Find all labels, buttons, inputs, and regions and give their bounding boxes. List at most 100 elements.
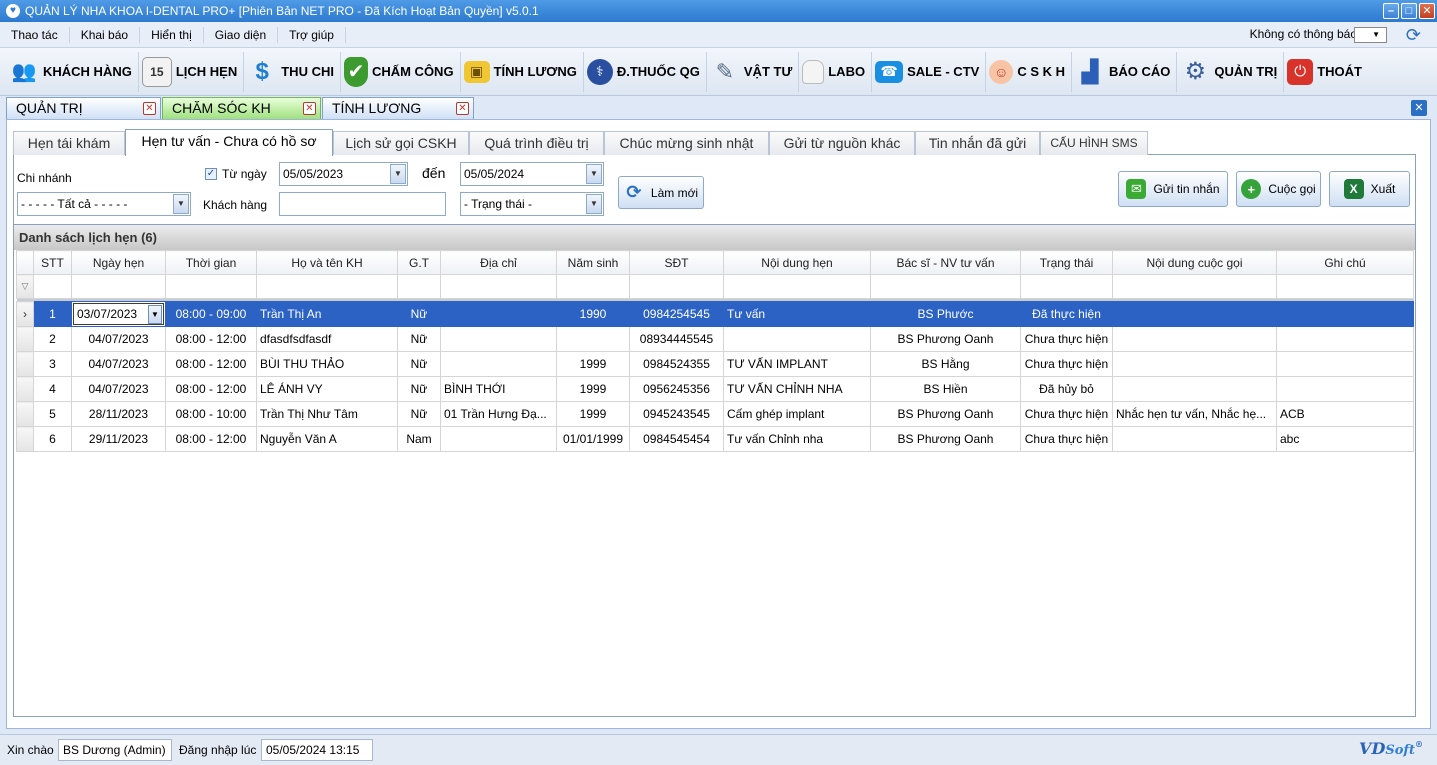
from-date-input[interactable]: 05/05/2023 ▼: [279, 162, 408, 186]
menu-tro-giup[interactable]: Trợ giúp: [278, 26, 346, 43]
subtab-gui-tu-nguon-khac[interactable]: Gửi từ nguồn khác: [769, 131, 915, 155]
menu-khai-bao[interactable]: Khai báo: [70, 26, 141, 43]
table-row[interactable]: 6 29/11/2023 08:00 - 12:00 Nguyễn Văn A …: [16, 426, 1414, 452]
cell-thoi-gian: 08:00 - 10:00: [165, 401, 257, 427]
filter-cell[interactable]: [1112, 274, 1277, 299]
filter-cell[interactable]: [1020, 274, 1113, 299]
filter-cell[interactable]: [33, 274, 72, 299]
toolbar-lich-hen[interactable]: 15 LỊCH HẸN: [139, 51, 245, 92]
filter-cell[interactable]: [629, 274, 724, 299]
login-time: 05/05/2024 13:15: [261, 739, 373, 761]
refresh-button[interactable]: ⟳ Làm mới: [618, 176, 704, 209]
customer-input[interactable]: [279, 192, 446, 216]
col-stt[interactable]: STT: [33, 250, 72, 275]
col-ngay-hen[interactable]: Ngày hẹn: [71, 250, 166, 275]
filter-icon[interactable]: ▽: [16, 274, 34, 299]
row-indicator: [16, 326, 34, 352]
to-date-input[interactable]: 05/05/2024 ▼: [460, 162, 604, 186]
menu-thao-tac[interactable]: Thao tác: [0, 26, 70, 43]
customers-icon: 👥: [11, 61, 37, 83]
filter-cell[interactable]: [397, 274, 441, 299]
toolbar-thu-chi[interactable]: $ THU CHI: [244, 51, 341, 92]
close-icon[interactable]: ✕: [143, 102, 156, 115]
subtab-hen-tai-kham[interactable]: Hẹn tái khám: [13, 131, 125, 155]
col-noi-dung-cuoc-goi[interactable]: Nội dung cuộc gọi: [1112, 250, 1277, 275]
chevron-down-icon[interactable]: ▼: [586, 164, 602, 184]
toolbar-bao-cao[interactable]: ▟ BÁO CÁO: [1072, 51, 1178, 92]
col-noi-dung-hen[interactable]: Nội dung hẹn: [723, 250, 871, 275]
medicine-icon: ⚕: [586, 58, 613, 85]
col-dia-chi[interactable]: Địa chỉ: [440, 250, 557, 275]
window-titlebar: ♥ QUẢN LÝ NHA KHOA I-DENTAL PRO+ [Phiên …: [0, 0, 1437, 22]
chevron-down-icon[interactable]: ▼: [148, 305, 162, 324]
filter-cell[interactable]: [256, 274, 398, 299]
col-ghi-chu[interactable]: Ghi chú: [1276, 250, 1414, 275]
from-date-label: Từ ngày: [222, 167, 267, 181]
toolbar-sale-ctv[interactable]: ☎ SALE - CTV: [872, 51, 987, 92]
close-button[interactable]: ✕: [1419, 3, 1435, 19]
col-sdt[interactable]: SĐT: [629, 250, 724, 275]
table-row[interactable]: 3 04/07/2023 08:00 - 12:00 BÙI THU THẢO …: [16, 351, 1414, 377]
status-select[interactable]: - Trạng thái - ▼: [460, 192, 604, 216]
send-sms-button[interactable]: ✉ Gửi tin nhắn: [1118, 171, 1228, 207]
main-panel: Hẹn tái khám Hẹn tư vấn - Chưa có hồ sơ …: [6, 119, 1431, 729]
subtab-hen-tu-van[interactable]: Hẹn tư vấn - Chưa có hồ sơ: [125, 129, 333, 156]
to-date-label: đến: [422, 165, 446, 181]
filter-cell[interactable]: [1276, 274, 1414, 299]
toolbar-quan-tri[interactable]: ⚙ QUẢN TRỊ: [1177, 51, 1285, 92]
cell-noi-dung-cuoc-goi: [1112, 326, 1277, 352]
filter-cell[interactable]: [165, 274, 257, 299]
toolbar-thuoc-qg[interactable]: ⚕ Đ.THUỐC QG: [584, 51, 707, 92]
close-panel-icon[interactable]: ✕: [1411, 100, 1427, 116]
sync-icon[interactable]: ⟳: [1406, 25, 1421, 45]
tab-tinh-luong[interactable]: TÍNH LƯƠNG ✕: [322, 97, 474, 119]
subtab-tin-nhan-da-gui[interactable]: Tin nhắn đã gửi: [915, 131, 1040, 155]
branch-select[interactable]: - - - - - Tất cả - - - - - ▼: [17, 192, 191, 216]
filter-cell[interactable]: [440, 274, 557, 299]
subtab-chuc-mung-sinh-nhat[interactable]: Chúc mừng sinh nhật: [604, 131, 769, 155]
col-thoi-gian[interactable]: Thời gian: [165, 250, 257, 275]
filter-cell[interactable]: [870, 274, 1021, 299]
appointment-grid: Danh sách lịch hẹn (6) STT Ngày hẹn Thời…: [14, 224, 1415, 714]
tab-quan-tri[interactable]: QUẢN TRỊ ✕: [6, 97, 161, 119]
chevron-down-icon[interactable]: ▼: [173, 194, 189, 214]
subtab-lich-su-goi[interactable]: Lịch sử gọi CSKH: [333, 131, 469, 155]
table-row[interactable]: 4 04/07/2023 08:00 - 12:00 LÊ ÁNH VY Nữ …: [16, 376, 1414, 402]
filter-cell[interactable]: [723, 274, 871, 299]
chevron-down-icon[interactable]: ▼: [390, 164, 406, 184]
notification-dropdown[interactable]: ▼: [1354, 27, 1387, 43]
toolbar-vat-tu[interactable]: ✎ VẬT TƯ: [707, 51, 800, 92]
cell-gioi-tinh: Nữ: [397, 326, 441, 352]
menu-giao-dien[interactable]: Giao diện: [204, 26, 279, 43]
filter-cell[interactable]: [556, 274, 630, 299]
table-row[interactable]: › 1 03/07/2023 ▼ 08:00 - 09:00 Trần Thị A…: [16, 301, 1414, 327]
toolbar-khach-hang[interactable]: 👥 KHÁCH HÀNG: [6, 51, 139, 92]
col-ho-ten[interactable]: Họ và tên KH: [256, 250, 398, 275]
col-nam-sinh[interactable]: Năm sinh: [556, 250, 630, 275]
menu-hien-thi[interactable]: Hiển thị: [140, 26, 204, 43]
close-icon[interactable]: ✕: [303, 102, 316, 115]
cell-bac-si: BS Phương Oanh: [870, 401, 1021, 427]
maximize-button[interactable]: □: [1401, 3, 1417, 19]
call-button[interactable]: + Cuộc gọi: [1236, 171, 1321, 207]
col-gioi-tinh[interactable]: G.T: [397, 250, 441, 275]
filter-cell[interactable]: [71, 274, 166, 299]
subtab-cau-hinh-sms[interactable]: CẤU HÌNH SMS: [1040, 131, 1148, 155]
minimize-button[interactable]: –: [1383, 3, 1399, 19]
subtab-qua-trinh-dieu-tri[interactable]: Quá trình điều trị: [469, 131, 604, 155]
tab-cham-soc-kh[interactable]: CHĂM SÓC KH ✕: [162, 97, 321, 119]
col-trang-thai[interactable]: Trạng thái: [1020, 250, 1113, 275]
toolbar-thoat[interactable]: ⏻ THOÁT: [1284, 52, 1368, 92]
from-date-checkbox[interactable]: ✓: [205, 168, 217, 180]
toolbar-tinh-luong[interactable]: ▣ TÍNH LƯƠNG: [461, 51, 584, 92]
toolbar-labo[interactable]: LABO: [799, 51, 873, 92]
close-icon[interactable]: ✕: [456, 102, 469, 115]
table-row[interactable]: 2 04/07/2023 08:00 - 12:00 dfasdfsdfasdf…: [16, 326, 1414, 352]
toolbar-cham-cong[interactable]: ✔ CHẤM CÔNG: [341, 51, 461, 92]
chevron-down-icon[interactable]: ▼: [586, 194, 602, 214]
col-bac-si[interactable]: Bác sĩ - NV tư vấn: [870, 250, 1021, 275]
toolbar-cskh[interactable]: ☺ C S K H: [986, 51, 1072, 92]
table-row[interactable]: 5 28/11/2023 08:00 - 10:00 Trần Thị Như …: [16, 401, 1414, 427]
cell-ngay-hen-editor[interactable]: 03/07/2023 ▼: [71, 301, 166, 327]
export-button[interactable]: X Xuất: [1329, 171, 1410, 207]
